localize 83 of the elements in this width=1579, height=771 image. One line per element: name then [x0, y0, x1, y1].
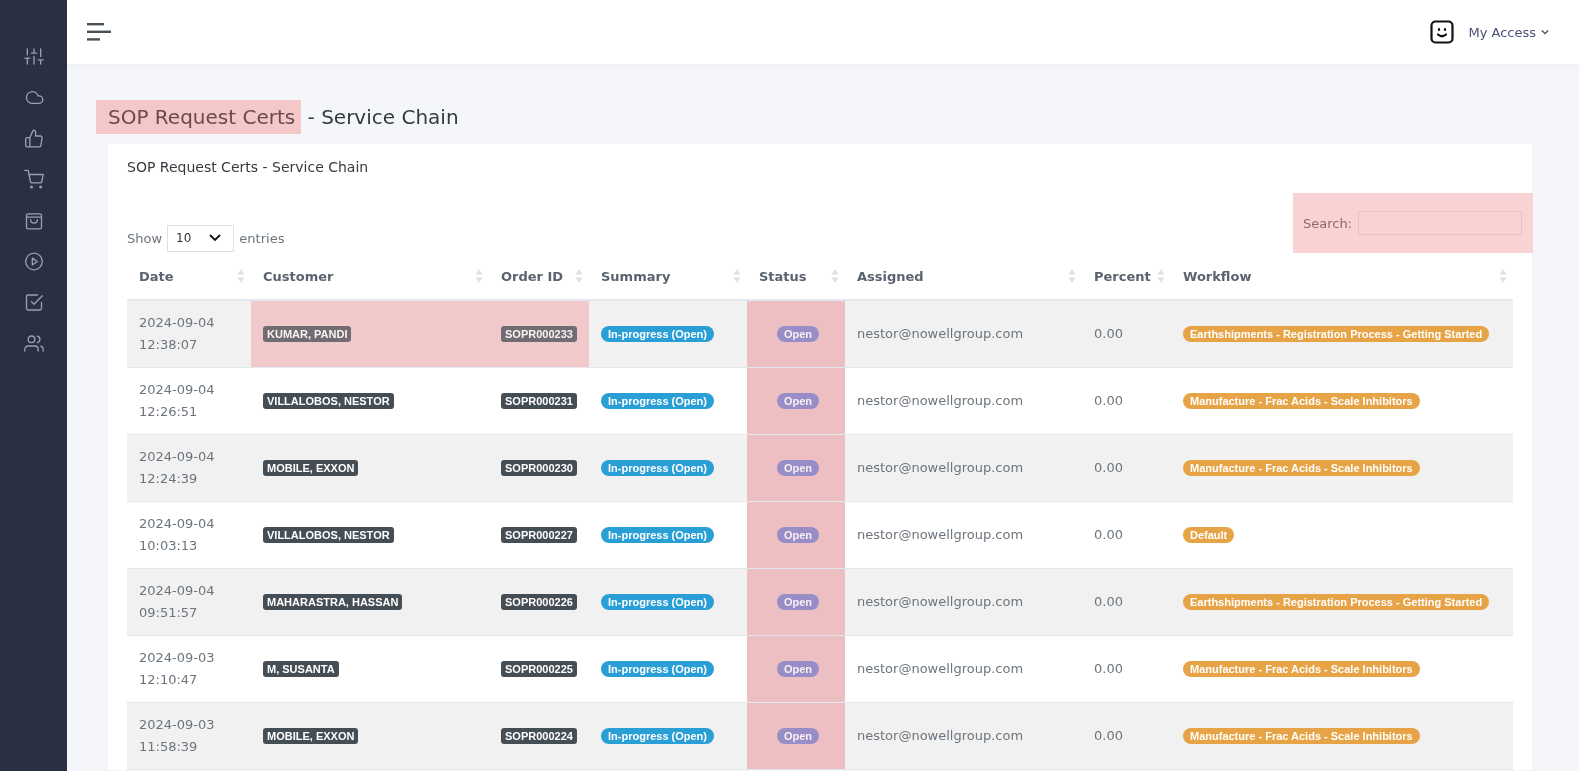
workflow-badge: Earthshipments - Registration Process - Getting Started: [1183, 326, 1490, 342]
entries-select[interactable]: 10: [167, 224, 235, 252]
customer-tag: KUMAR, PANDI: [263, 326, 352, 342]
customer-tag: VILLALOBOS, NESTOR: [263, 527, 394, 543]
status-badge: Open: [776, 393, 820, 409]
play-circle-icon[interactable]: [23, 251, 44, 272]
assigned-cell: nestor@nowellgroup.com: [845, 434, 1082, 502]
summary-badge: In-progress (Open): [601, 594, 714, 610]
assigned-cell: nestor@nowellgroup.com: [845, 635, 1082, 703]
customer-tag: VILLALOBOS, NESTOR: [263, 393, 394, 409]
page-title: SOP Request Certs - Service Chain: [96, 100, 1532, 134]
assigned-cell: nestor@nowellgroup.com: [845, 367, 1082, 435]
search-label: Search:: [1302, 215, 1352, 231]
entries-label: entries: [239, 230, 285, 246]
sliders-icon[interactable]: [23, 46, 44, 67]
summary-badge: In-progress (Open): [601, 661, 714, 677]
status-badge: Open: [776, 460, 820, 476]
chevron-down-icon: [209, 234, 222, 242]
order-id-tag: SOPR000227: [501, 527, 577, 543]
date-cell: 2024-09-04 09:51:57: [127, 568, 251, 636]
sort-icon: [1157, 268, 1165, 284]
users-icon[interactable]: [23, 333, 44, 354]
sort-icon: [1499, 268, 1507, 284]
summary-badge: In-progress (Open): [601, 326, 714, 342]
thumbs-up-icon[interactable]: [23, 128, 44, 149]
cart-icon[interactable]: [23, 169, 44, 190]
status-badge: Open: [776, 527, 820, 543]
status-badge: Open: [776, 326, 820, 342]
sort-icon: [475, 268, 483, 284]
summary-badge: In-progress (Open): [601, 527, 714, 543]
date-cell: 2024-09-04 10:03:13: [127, 501, 251, 569]
date-cell: 2024-09-04 12:24:39: [127, 434, 251, 502]
percent-cell: 0.00: [1082, 702, 1171, 770]
show-label: Show: [127, 230, 163, 246]
status-badge: Open: [776, 661, 820, 677]
summary-badge: In-progress (Open): [601, 728, 714, 744]
customer-tag: MOBILE, EXXON: [263, 728, 359, 744]
sort-icon: [237, 268, 245, 284]
assigned-cell: nestor@nowellgroup.com: [845, 568, 1082, 636]
checkbox-icon[interactable]: [23, 292, 44, 313]
workflow-badge: Manufacture - Frac Acids - Scale Inhibitors: [1183, 728, 1420, 744]
summary-badge: In-progress (Open): [601, 460, 714, 476]
workflow-badge: Default: [1183, 527, 1235, 543]
status-badge: Open: [776, 728, 820, 744]
status-badge: Open: [776, 594, 820, 610]
workflow-badge: Manufacture - Frac Acids - Scale Inhibitors: [1183, 661, 1420, 677]
customer-tag: MAHARASTRA, HASSAN: [263, 594, 403, 610]
workflow-badge: Earthshipments - Registration Process - Getting Started: [1183, 594, 1490, 610]
caret-icon: [1541, 29, 1549, 35]
card-title: SOP Request Certs - Service Chain: [127, 159, 370, 175]
assigned-cell: nestor@nowellgroup.com: [845, 501, 1082, 569]
search-field[interactable]: [1358, 211, 1522, 235]
date-cell: 2024-09-04 12:26:51: [127, 367, 251, 435]
sort-icon: [831, 268, 839, 284]
customer-tag: MOBILE, EXXON: [263, 460, 359, 476]
date-cell: 2024-09-03 12:10:47: [127, 635, 251, 703]
assigned-cell: nestor@nowellgroup.com: [845, 702, 1082, 770]
percent-cell: 0.00: [1082, 568, 1171, 636]
percent-cell: 0.00: [1082, 434, 1171, 502]
order-id-tag: SOPR000233: [501, 326, 577, 342]
menu-icon[interactable]: [87, 23, 111, 41]
assigned-cell: nestor@nowellgroup.com: [845, 300, 1082, 368]
order-id-tag: SOPR000224: [501, 728, 577, 744]
order-id-tag: SOPR000226: [501, 594, 577, 610]
user-menu-button[interactable]: My Access: [1468, 24, 1549, 40]
percent-cell: 0.00: [1082, 367, 1171, 435]
date-cell: 2024-09-03 11:58:39: [127, 702, 251, 770]
order-id-tag: SOPR000225: [501, 661, 577, 677]
order-id-tag: SOPR000231: [501, 393, 577, 409]
summary-badge: In-progress (Open): [601, 393, 714, 409]
percent-cell: 0.00: [1082, 635, 1171, 703]
sort-icon: [575, 268, 583, 284]
customer-tag: M, SUSANTA: [263, 661, 339, 677]
bag-icon[interactable]: [23, 210, 44, 231]
smiley-icon[interactable]: [1430, 20, 1455, 44]
sort-icon: [1068, 268, 1076, 284]
workflow-badge: Manufacture - Frac Acids - Scale Inhibitors: [1183, 393, 1420, 409]
percent-cell: 0.00: [1082, 501, 1171, 569]
percent-cell: 0.00: [1082, 300, 1171, 368]
sort-icon: [733, 268, 741, 284]
order-id-tag: SOPR000230: [501, 460, 577, 476]
workflow-badge: Manufacture - Frac Acids - Scale Inhibitors: [1183, 460, 1420, 476]
date-cell: 2024-09-04 12:38:07: [127, 300, 251, 368]
